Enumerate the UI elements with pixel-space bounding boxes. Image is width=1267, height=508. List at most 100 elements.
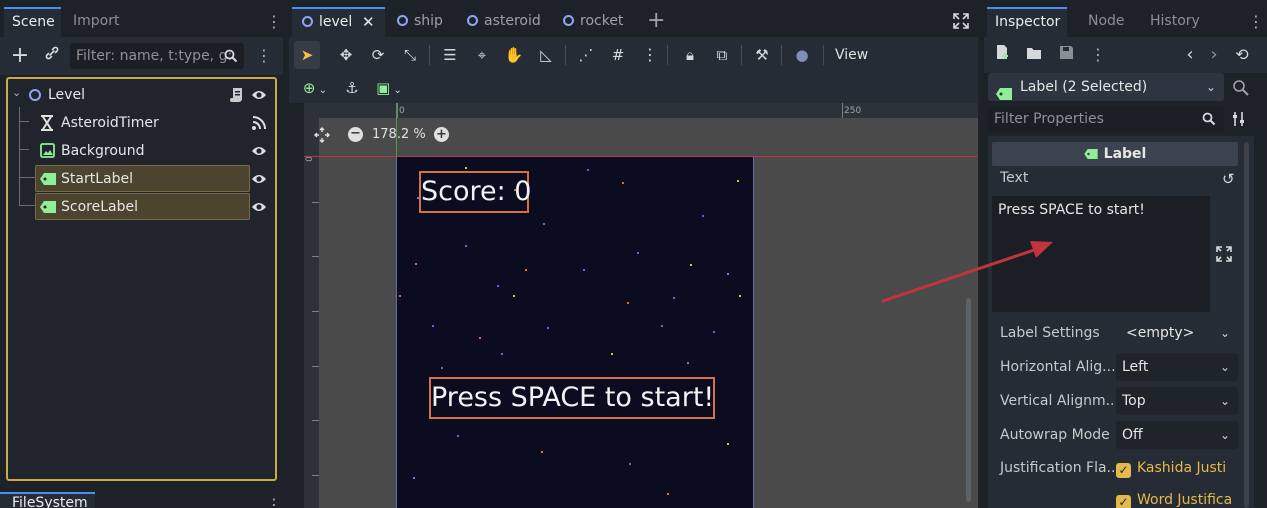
select-mode-icon[interactable]: ➤ [294, 41, 320, 69]
ruler-tick [312, 311, 319, 312]
star [667, 493, 669, 495]
filter-properties-input[interactable]: Filter Properties [988, 106, 1224, 132]
vertical-alignment-value: Top [1122, 393, 1146, 409]
horizontal-alignment-select[interactable]: Left ⌄ [1116, 353, 1238, 381]
snap-options-icon[interactable]: ⋮ [637, 41, 663, 69]
group-icon[interactable]: ⧉ [709, 41, 735, 69]
tree-item-asteroidtimer[interactable]: AsteroidTimer [8, 109, 275, 137]
tab-history[interactable]: History [1142, 7, 1208, 37]
script-icon[interactable] [230, 87, 244, 107]
dock-menu-icon[interactable]: ⋮ [1248, 12, 1264, 32]
scene-filter-input[interactable]: Filter: name, t:type, g: [70, 43, 244, 69]
tree-item-background[interactable]: Background [8, 137, 275, 165]
class-header-label: Label [1103, 146, 1147, 162]
history-forward-icon[interactable]: › [1202, 43, 1226, 67]
object-history-icon[interactable]: ⟲ [1230, 43, 1254, 67]
anchor-icon[interactable]: ⚓︎ [339, 74, 365, 102]
checkbox-label: Word Justifica [1137, 492, 1233, 508]
canvas-viewport[interactable]: 0 250 0 − 178.2 % + Score: 0 Press SPACE… [304, 103, 978, 508]
game-viewport-canvas[interactable]: Score: 0 Press SPACE to start! [396, 157, 754, 508]
visibility-eye-icon[interactable] [251, 199, 267, 215]
tab-filesystem[interactable]: FileSystem [0, 492, 95, 508]
star [415, 263, 417, 265]
text-property-label: Text [1000, 170, 1029, 186]
toolbar-separator [565, 45, 566, 65]
visibility-eye-icon[interactable] [251, 87, 267, 103]
tab-inspector[interactable]: Inspector [987, 7, 1067, 37]
filesystem-menu-icon[interactable]: ⋮ [266, 495, 282, 508]
autowrap-mode-label: Autowrap Mode [1000, 427, 1110, 443]
instance-link-icon[interactable] [40, 44, 64, 68]
tab-level[interactable]: level ✕ [292, 7, 385, 37]
tab-import[interactable]: Import [65, 7, 127, 37]
add-anchor-preset-icon[interactable]: ⊕ ⌄ [297, 74, 333, 102]
pan-mode-icon[interactable]: ✋ [501, 41, 527, 69]
checkmark-icon: ✓ [1116, 495, 1131, 508]
view-menu[interactable]: View [835, 41, 868, 69]
save-icon[interactable] [1054, 43, 1078, 67]
zoom-out-icon[interactable]: − [348, 127, 363, 142]
add-scene-tab-icon[interactable]: + [647, 7, 665, 37]
camera-override-icon[interactable]: ● [789, 41, 815, 69]
tree-item-level[interactable]: ⌄ Level [8, 81, 275, 109]
text-property-input[interactable]: Press SPACE to start! [992, 196, 1210, 312]
viewport-vertical-scrollbar[interactable] [966, 298, 971, 502]
tab-scene[interactable]: Scene [4, 7, 61, 37]
tab-asteroid[interactable]: asteroid [467, 7, 541, 37]
vertical-alignment-select[interactable]: Top ⌄ [1116, 387, 1238, 415]
class-section-header[interactable]: Label [992, 142, 1238, 166]
node-selector-dropdown[interactable]: Label (2 Selected) ⌄ [988, 73, 1224, 101]
docs-icon[interactable] [1232, 79, 1250, 101]
star [525, 269, 527, 271]
autowrap-mode-select[interactable]: Off ⌄ [1116, 421, 1238, 449]
star [637, 252, 639, 254]
ruler-mode-icon[interactable]: ◺ [533, 41, 559, 69]
zoom-in-icon[interactable]: + [434, 127, 449, 142]
visibility-eye-icon[interactable] [251, 171, 267, 187]
rotate-mode-icon[interactable]: ⟳ [365, 41, 391, 69]
expand-editor-icon[interactable] [1216, 246, 1232, 266]
scene-ring-icon [397, 15, 408, 26]
score-label-preview[interactable]: Score: 0 [419, 171, 531, 213]
collapse-chevron-icon[interactable]: ⌄ [12, 86, 21, 99]
star [541, 451, 543, 453]
label-settings-label: Label Settings [1000, 325, 1100, 341]
tree-item-scorelabel[interactable]: ScoreLabel [8, 193, 275, 221]
list-select-icon[interactable]: ☰ [437, 41, 463, 69]
inspector-scrollbar[interactable] [1244, 142, 1249, 508]
revert-icon[interactable]: ↺ [1222, 170, 1235, 188]
close-tab-icon[interactable]: ✕ [362, 9, 375, 35]
tree-item-startlabel[interactable]: StartLabel [8, 165, 275, 193]
tab-node[interactable]: Node [1080, 7, 1133, 37]
smart-snap-icon[interactable]: ⋰ [573, 41, 599, 69]
distraction-free-icon[interactable] [953, 13, 969, 33]
scene-tree: ⌄ Level AsteroidTimer Background StartLa… [6, 77, 277, 481]
pivot-mode-icon[interactable]: ⌖ [469, 41, 495, 69]
container-sizing-icon[interactable]: ▣ ⌄ [371, 74, 407, 102]
word-justification-checkbox[interactable]: ✓ Word Justifica [1116, 492, 1232, 508]
tab-rocket[interactable]: rocket [563, 7, 623, 37]
inspector-dock-tabs: Inspector Node History ⋮ [984, 7, 1267, 37]
skeleton-bone-icon[interactable]: ⚒ [749, 41, 775, 69]
scene-options-icon[interactable]: ⋮ [256, 46, 272, 66]
dock-menu-icon[interactable]: ⋮ [266, 12, 282, 32]
property-filter-options-icon[interactable] [1232, 111, 1246, 131]
grid-snap-icon[interactable]: # [605, 41, 631, 69]
label-settings-picker[interactable]: <empty> ⌄ [1116, 319, 1238, 347]
move-mode-icon[interactable]: ✥ [333, 41, 359, 69]
tab-ship[interactable]: ship [397, 7, 443, 37]
inspector-options-icon[interactable]: ⋮ [1090, 45, 1106, 65]
lock-icon[interactable]: 🔒︎ [677, 41, 703, 69]
new-resource-icon[interactable] [990, 43, 1014, 67]
history-back-icon[interactable]: ‹ [1178, 43, 1202, 67]
scale-mode-icon[interactable]: ⤡ [397, 41, 423, 69]
signal-connection-icon[interactable] [251, 115, 267, 131]
center-view-icon[interactable] [314, 127, 330, 147]
scene-dock: Scene Import ⋮ + ⋮ Filter: name, t:type,… [0, 0, 283, 508]
start-label-preview[interactable]: Press SPACE to start! [429, 377, 715, 419]
add-node-icon[interactable]: + [8, 44, 32, 68]
open-folder-icon[interactable] [1022, 43, 1046, 67]
zoom-level[interactable]: 178.2 % [372, 127, 426, 142]
visibility-eye-icon[interactable] [251, 143, 267, 159]
kashida-justification-checkbox[interactable]: ✓ Kashida Justi [1116, 460, 1226, 478]
